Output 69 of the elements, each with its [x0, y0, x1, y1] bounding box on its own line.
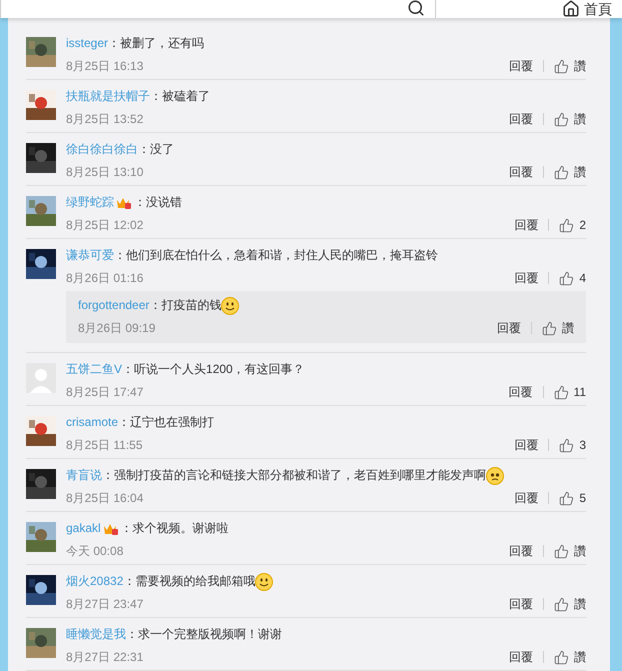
thumbs-up-icon[interactable] — [559, 218, 574, 232]
like-count[interactable]: 讚 — [574, 110, 586, 128]
reply-link[interactable]: 回覆 — [509, 57, 533, 75]
comment-text: gakakl ：求个视频。谢谢啦 — [66, 520, 230, 537]
comment-text: 扶瓶就是扶帽子：被磕着了 — [66, 88, 211, 105]
reply-link[interactable]: 回覆 — [509, 648, 533, 666]
reply-link[interactable]: 回覆 — [509, 542, 533, 560]
smiley-icon — [255, 572, 274, 591]
sad-face-icon — [486, 466, 504, 485]
like-count[interactable]: 11 — [574, 383, 586, 401]
comment-time: 8月26日 01:16 — [66, 270, 144, 287]
comment-text: 谦恭可爱：他们到底在怕什么，急着和谐，封住人民的嘴巴，掩耳盗铃 — [66, 247, 439, 264]
thumbs-up-icon[interactable] — [559, 270, 574, 286]
home-icon[interactable] — [562, 0, 580, 18]
comment-text: 徐白徐白徐白：没了 — [66, 141, 175, 158]
like-count[interactable]: 讚 — [574, 595, 586, 613]
like-count[interactable]: 4 — [579, 269, 586, 287]
reply-link[interactable]: 回覆 — [514, 436, 538, 454]
reply-link[interactable]: 回覆 — [514, 489, 538, 507]
like-count[interactable]: 2 — [579, 216, 586, 234]
thumbs-up-icon[interactable] — [554, 58, 569, 74]
thumbs-up-icon[interactable] — [559, 490, 574, 506]
like-count[interactable]: 讚 — [562, 319, 574, 337]
search-icon[interactable] — [407, 0, 425, 17]
comment-time: 8月25日 13:52 — [66, 111, 144, 128]
like-count[interactable]: 5 — [579, 489, 586, 507]
comment-time: 8月27日 22:31 — [66, 649, 144, 666]
comment-text: 五饼二鱼V：听说一个人头1200，有这回事？ — [66, 361, 306, 378]
comment-time: 8月25日 16:13 — [66, 58, 144, 75]
comment-text: crisamote：辽宁也在强制打 — [66, 414, 216, 431]
thumbs-up-icon[interactable] — [554, 650, 569, 664]
crown-badge-icon — [116, 196, 132, 210]
reply-link[interactable]: 回覆 — [497, 319, 521, 337]
reply-time: 8月26日 09:19 — [78, 320, 156, 337]
reply-text: forgottendeer：打疫苗的钱 — [78, 296, 574, 314]
thumbs-up-icon[interactable] — [554, 596, 569, 612]
reply-link[interactable]: 回覆 — [514, 269, 538, 287]
thumbs-up-icon[interactable] — [554, 384, 569, 400]
comment-text: 青盲说：强制打疫苗的言论和链接大部分都被和谐了，老百姓到哪里才能发声啊 — [66, 466, 586, 484]
thumbs-up-icon[interactable] — [554, 112, 569, 126]
thumbs-up-icon[interactable] — [554, 164, 569, 180]
comment-time: 8月25日 17:47 — [66, 384, 144, 401]
thumbs-up-icon[interactable] — [542, 320, 557, 336]
comment-time: 8月25日 11:55 — [66, 437, 142, 454]
reply-link[interactable]: 回覆 — [514, 216, 538, 234]
comment-time: 8月25日 12:02 — [66, 217, 144, 234]
comment-text: issteger：被删了，还有吗 — [66, 35, 206, 52]
reply-link[interactable]: 回覆 — [509, 163, 533, 181]
reply-link[interactable]: 回覆 — [509, 595, 533, 613]
comment-text: 烟火20832：需要视频的给我邮箱哦 — [66, 572, 586, 590]
like-count[interactable]: 讚 — [574, 648, 586, 666]
comment-text: 绿野蛇踪 ：没说错 — [66, 194, 183, 211]
thumbs-up-icon[interactable] — [559, 438, 574, 452]
comment-time: 8月25日 13:10 — [66, 164, 144, 181]
reply-link[interactable]: 回覆 — [509, 110, 533, 128]
home-link[interactable]: 首頁 — [584, 1, 612, 17]
comment-text: 睡懒觉是我：求一个完整版视频啊！谢谢 — [66, 626, 283, 643]
like-count[interactable]: 讚 — [574, 163, 586, 181]
comment-time: 今天 00:08 — [66, 543, 124, 560]
like-count[interactable]: 讚 — [574, 57, 586, 75]
like-count[interactable]: 3 — [579, 436, 586, 454]
crown-badge-icon — [102, 522, 119, 536]
thumbs-up-icon[interactable] — [554, 544, 569, 558]
like-count[interactable]: 讚 — [574, 542, 586, 560]
default-avatar-icon — [26, 363, 56, 393]
comment-time: 8月25日 16:04 — [66, 490, 144, 507]
reply-link[interactable]: 回覆 — [508, 383, 533, 401]
comment-time: 8月27日 23:47 — [66, 596, 144, 613]
smiley-icon — [221, 296, 240, 315]
